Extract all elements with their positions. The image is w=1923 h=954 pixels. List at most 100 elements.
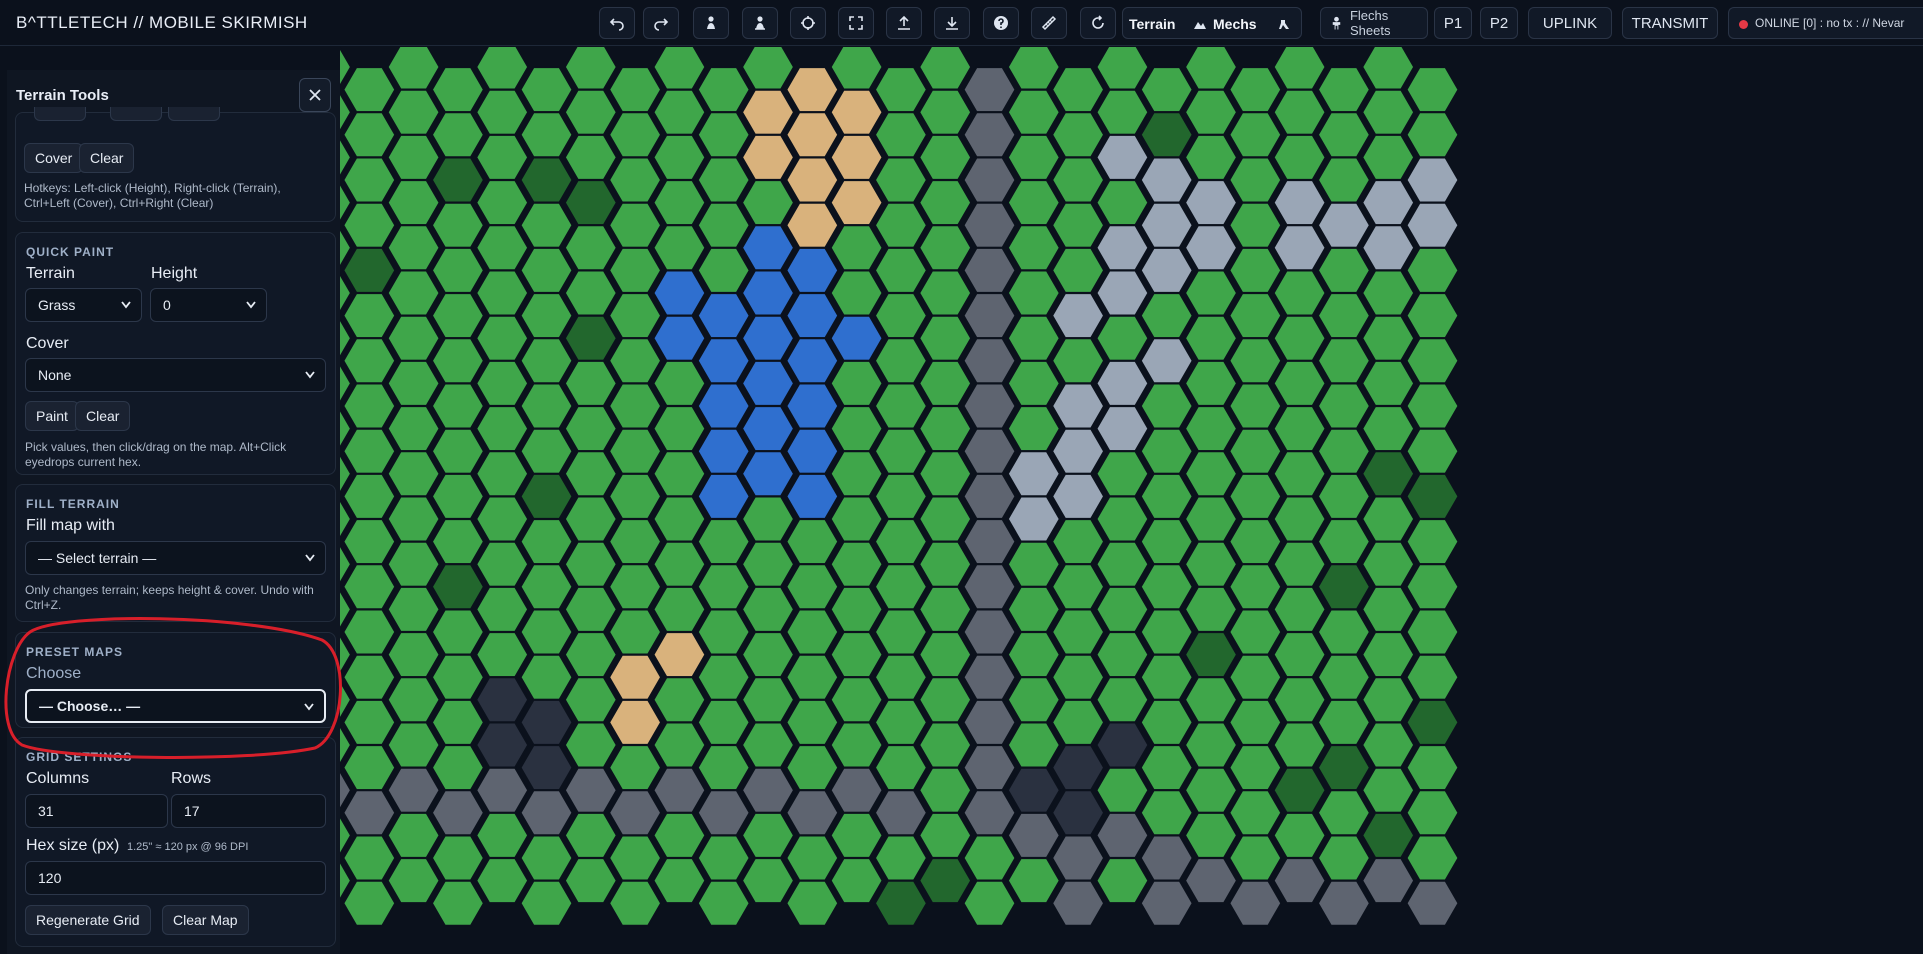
hex-cell[interactable]	[342, 608, 397, 656]
hex-cell[interactable]	[1405, 427, 1460, 475]
hex-cell[interactable]	[1050, 111, 1106, 159]
hex-cell[interactable]	[342, 879, 397, 927]
hex-cell[interactable]	[1272, 585, 1327, 633]
hex-cell[interactable]	[1050, 382, 1106, 430]
hex-cell[interactable]	[1405, 156, 1460, 204]
hex-cell[interactable]	[873, 66, 929, 114]
hex-cell[interactable]	[1272, 314, 1327, 362]
hex-cell[interactable]	[430, 744, 486, 792]
hex-cell[interactable]	[1183, 47, 1239, 91]
hex-cell[interactable]	[785, 292, 840, 340]
hex-cell[interactable]	[563, 857, 618, 905]
hex-cell[interactable]	[1361, 631, 1416, 679]
hex-cell[interactable]	[1316, 653, 1372, 701]
hex-cell[interactable]	[607, 834, 663, 882]
transmit-button[interactable]: TRANSMIT	[1622, 7, 1718, 39]
help-button[interactable]	[983, 7, 1019, 39]
hex-cell[interactable]	[342, 698, 397, 746]
hex-cell[interactable]	[519, 427, 574, 475]
clear-map-button[interactable]: Clear Map	[162, 905, 249, 935]
hex-cell[interactable]	[1361, 179, 1416, 227]
hex-cell[interactable]	[1228, 698, 1283, 746]
hex-cell[interactable]	[918, 766, 973, 814]
hex-cell[interactable]	[1361, 359, 1416, 407]
hex-cell[interactable]	[1095, 224, 1150, 272]
hex-cell[interactable]	[1050, 337, 1106, 385]
hex-cell[interactable]	[962, 111, 1017, 159]
hex-cell[interactable]	[740, 495, 796, 543]
hex-cell[interactable]	[873, 518, 929, 566]
hex-cell[interactable]	[563, 540, 618, 588]
hex-cell[interactable]	[740, 721, 796, 769]
hex-cell[interactable]	[563, 631, 618, 679]
hex-cell[interactable]	[1050, 518, 1106, 566]
hex-cell[interactable]	[962, 744, 1017, 792]
hex-cell[interactable]	[430, 246, 486, 294]
hex-cell[interactable]	[519, 201, 574, 249]
height-select[interactable]: 0	[150, 288, 267, 322]
hex-cell[interactable]	[652, 47, 707, 91]
hex-cell[interactable]	[1272, 450, 1327, 498]
hex-cell[interactable]	[475, 405, 530, 453]
hex-cell[interactable]	[696, 382, 751, 430]
hex-cell[interactable]	[1050, 472, 1106, 520]
hex-cell[interactable]	[962, 382, 1017, 430]
hex-cell[interactable]	[1228, 337, 1283, 385]
hex-cell[interactable]	[1361, 450, 1416, 498]
hex-cell[interactable]	[962, 156, 1017, 204]
hex-cell[interactable]	[652, 224, 707, 272]
hex-cell[interactable]	[1006, 314, 1061, 362]
hex-cell[interactable]	[918, 179, 973, 227]
hex-cell[interactable]	[475, 766, 530, 814]
hex-cell[interactable]	[1183, 269, 1239, 317]
hex-cell[interactable]	[1405, 563, 1460, 611]
hex-cell[interactable]	[430, 518, 486, 566]
hex-cell[interactable]	[1228, 201, 1283, 249]
close-sidebar-button[interactable]	[299, 78, 331, 112]
hex-cell[interactable]	[1050, 698, 1106, 746]
hex-cell[interactable]	[1272, 224, 1327, 272]
terrain-tool-button-partial[interactable]	[110, 107, 162, 121]
hex-cell[interactable]	[342, 789, 397, 837]
hex-cell[interactable]	[1139, 382, 1194, 430]
hex-cell[interactable]	[1361, 676, 1416, 724]
hex-grid[interactable]	[340, 47, 1923, 954]
hex-cell[interactable]	[1405, 698, 1460, 746]
hex-cell[interactable]	[1050, 608, 1106, 656]
hex-cell[interactable]	[740, 540, 796, 588]
hex-cell[interactable]	[475, 721, 530, 769]
hex-cell[interactable]	[1095, 179, 1150, 227]
hex-cell[interactable]	[873, 834, 929, 882]
hex-cell[interactable]	[342, 472, 397, 520]
p2-button[interactable]: P2	[1480, 7, 1518, 39]
hex-cell[interactable]	[785, 427, 840, 475]
hex-cell[interactable]	[1272, 405, 1327, 453]
hex-cell[interactable]	[430, 382, 486, 430]
hex-cell[interactable]	[873, 246, 929, 294]
hex-cell[interactable]	[1095, 47, 1150, 91]
hex-cell[interactable]	[475, 179, 530, 227]
hex-cell[interactable]	[1183, 811, 1239, 859]
hex-cell[interactable]	[1006, 811, 1061, 859]
hex-cell[interactable]	[1361, 721, 1416, 769]
hex-cell[interactable]	[607, 201, 663, 249]
hex-cell[interactable]	[342, 563, 397, 611]
hex-cell[interactable]	[1228, 427, 1283, 475]
hex-cell[interactable]	[918, 631, 973, 679]
hex-cell[interactable]	[342, 156, 397, 204]
hex-cell[interactable]	[918, 676, 973, 724]
hex-cell[interactable]	[785, 201, 840, 249]
hex-cell[interactable]	[607, 292, 663, 340]
hex-cell[interactable]	[519, 834, 574, 882]
hex-cell[interactable]	[1183, 676, 1239, 724]
hex-cell[interactable]	[696, 201, 751, 249]
hex-cell[interactable]	[785, 246, 840, 294]
hex-cell[interactable]	[1095, 721, 1150, 769]
hex-cell[interactable]	[1316, 246, 1372, 294]
hex-cell[interactable]	[918, 224, 973, 272]
hex-cell[interactable]	[1139, 563, 1194, 611]
hex-cell[interactable]	[519, 653, 574, 701]
hex-cell[interactable]	[873, 563, 929, 611]
hex-cell[interactable]	[962, 879, 1017, 927]
hex-cell[interactable]	[1272, 631, 1327, 679]
